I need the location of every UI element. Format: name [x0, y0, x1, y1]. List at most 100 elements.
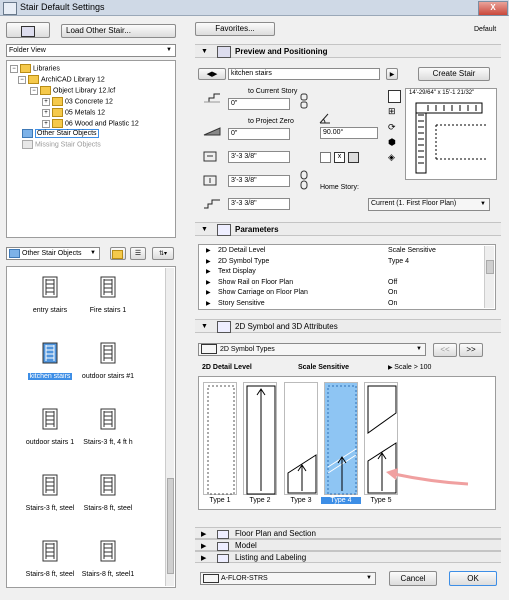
preview-section-header[interactable]: ▼ Preview and Positioning — [195, 44, 501, 58]
symbol-type-option[interactable] — [243, 382, 277, 495]
sort-button[interactable]: ⇅▾ — [152, 247, 174, 260]
view-toggle-button[interactable] — [6, 22, 50, 38]
grid-view-icon[interactable]: ⊞ — [388, 106, 399, 117]
dimension-y-field[interactable]: 3'-3 3/8" — [228, 175, 290, 187]
next-page-button[interactable]: >> — [459, 343, 483, 357]
dimension-x-field[interactable]: 3'-3 3/8" — [228, 151, 290, 163]
symbol-type-option[interactable] — [284, 382, 318, 495]
tree-item-object-library[interactable]: − Object Library 12.lcf — [30, 86, 115, 95]
object-name-field[interactable]: kitchen stairs — [228, 68, 380, 80]
symbol-type-option[interactable] — [203, 382, 237, 495]
tree-item-concrete[interactable]: +03 Concrete 12 — [42, 97, 113, 106]
parameter-name: Show Rail on Floor Plan — [218, 278, 294, 286]
close-button[interactable]: X — [478, 1, 508, 16]
perspective-view-icon[interactable]: ◈ — [388, 152, 399, 163]
section-title: Listing and Labeling — [235, 553, 307, 562]
parameter-value: Off — [388, 278, 398, 286]
folder-up-button[interactable] — [110, 247, 126, 260]
collapse-triangle-icon: ▼ — [201, 48, 208, 55]
play-icon: ▶ — [389, 72, 395, 78]
collapsed-section-header[interactable]: ▶ Model — [195, 539, 501, 551]
grid-view-icon — [21, 26, 35, 37]
view-options-button[interactable]: ☰ — [130, 247, 146, 260]
plan-view-icon[interactable] — [388, 90, 401, 103]
dimension-z-field[interactable]: 3'-3 3/8" — [228, 198, 290, 210]
stair-object-thumbnail[interactable]: outdoor stairs #1 — [68, 342, 148, 380]
3d-view-icon[interactable]: ⬢ — [388, 137, 399, 148]
object-arrow-button[interactable]: ▶ — [386, 68, 398, 80]
link-icon[interactable] — [298, 93, 311, 109]
section-title: Parameters — [235, 225, 279, 234]
folder-icon — [40, 86, 51, 95]
parameter-row[interactable]: ▶ Show Carriage on Floor Plan On — [198, 288, 480, 299]
parameters-scrollbar[interactable] — [484, 246, 494, 308]
stair-object-thumbnail[interactable]: Fire stairs 1 — [68, 276, 148, 314]
tree-item-wood-plastic[interactable]: +06 Wood and Plastic 12 — [42, 119, 139, 128]
angle-icon — [318, 112, 332, 124]
expand-triangle-icon: ▶ — [201, 531, 207, 538]
symbol-type-label: Type 5 — [370, 497, 392, 504]
project-zero-offset-field[interactable]: 0" — [228, 128, 290, 140]
tree-item-metals[interactable]: +05 Metals 12 — [42, 108, 105, 117]
cancel-button[interactable]: Cancel — [389, 571, 437, 586]
chevron-down-icon: ▼ — [416, 346, 422, 352]
favorites-button[interactable]: Favorites... — [195, 22, 275, 36]
thumbnail-label: kitchen stairs — [27, 373, 73, 380]
list-icon: ☰ — [134, 250, 142, 257]
parameter-row[interactable]: ▶ Story Sensitive On — [198, 299, 480, 310]
section-title: Model — [235, 541, 257, 550]
parameter-value: Scale Sensitive — [388, 247, 436, 254]
parameter-row[interactable]: ▶ Text Display — [198, 267, 480, 278]
section-icon — [217, 530, 229, 539]
parameter-row[interactable]: ▶ Show Rail on Floor Plan Off — [198, 278, 480, 289]
previous-page-button[interactable]: << — [433, 343, 457, 357]
parameter-name: Text Display — [218, 268, 256, 275]
ok-button[interactable]: OK — [449, 571, 497, 586]
parameters-icon — [217, 224, 231, 236]
symbol-type-label: Type 4 — [321, 497, 361, 504]
create-stair-button[interactable]: Create Stair — [418, 67, 490, 81]
mirror-xy-checkbox[interactable] — [348, 152, 359, 163]
tree-item-archicad-library[interactable]: − ArchiCAD Library 12 — [18, 75, 105, 84]
objects-source-select[interactable]: Other Stair Objects ▼ — [6, 247, 100, 260]
folder-icon — [52, 119, 63, 128]
scrollbar-thumb[interactable] — [486, 260, 494, 274]
layer-select[interactable]: A-FLOR-STRS ▼ — [200, 572, 376, 585]
symbol-section-header[interactable]: ▼ 2D Symbol and 3D Attributes — [195, 319, 501, 333]
prev-next-object-button[interactable]: ◀▶ — [198, 68, 226, 80]
scrollbar-thumb[interactable] — [167, 478, 174, 574]
rotate-view-icon[interactable]: ⟳ — [388, 122, 399, 133]
tree-label: Other Stair Objects — [35, 129, 99, 139]
stair-object-thumbnail[interactable]: Stairs-3 ft, 4 ft h — [68, 408, 148, 446]
stair-object-thumbnail[interactable]: Stairs-8 ft, steel — [68, 474, 148, 512]
collapsed-section-header[interactable]: ▶ Listing and Labeling — [195, 551, 501, 563]
chain-link-icon[interactable] — [298, 170, 310, 190]
folder-view-select[interactable]: Folder View ▼ — [6, 44, 176, 57]
symbol-type-option[interactable] — [324, 382, 358, 495]
plan-stair-drawing — [415, 102, 486, 174]
parameter-name: 2D Detail Level — [218, 247, 266, 254]
stair-object-thumbnail[interactable]: Stairs-8 ft, steel1 — [68, 540, 148, 578]
tree-item-other-stair-objects[interactable]: Other Stair Objects — [22, 129, 99, 139]
home-story-select[interactable]: Current (1. First Floor Plan) ▼ — [368, 198, 490, 211]
tree-item-libraries[interactable]: − Libraries — [10, 64, 60, 73]
thumbnails-scrollbar[interactable] — [165, 268, 174, 586]
parameter-value: On — [388, 289, 398, 296]
load-other-stair-button[interactable]: Load Other Stair... — [61, 24, 176, 38]
collapsed-section-header[interactable]: ▶ Floor Plan and Section — [195, 527, 501, 539]
parameter-row[interactable]: ▶ 2D Symbol Type Type 4 — [198, 257, 480, 268]
symbol-page-select[interactable]: 2D Symbol Types ▼ — [198, 343, 426, 356]
collapse-icon: − — [30, 86, 38, 95]
chevron-down-icon: ▼ — [166, 47, 172, 53]
symbol-page-value: 2D Symbol Types — [220, 346, 275, 353]
current-story-offset-field[interactable]: 0" — [228, 98, 290, 110]
mirror-x-checkbox[interactable] — [320, 152, 331, 163]
folder-icon — [52, 108, 63, 117]
tree-item-missing-stair-objects[interactable]: Missing Stair Objects — [22, 140, 101, 149]
rotation-angle-field[interactable]: 90.00° — [320, 127, 378, 139]
prev-next-icon: ◀▶ — [206, 71, 218, 78]
parameters-section-header[interactable]: ▼ Parameters — [195, 222, 501, 236]
mirror-y-checkbox[interactable]: x — [334, 152, 345, 163]
parameter-row[interactable]: ▶ 2D Detail Level Scale Sensitive — [198, 246, 480, 257]
folder-icon — [52, 97, 63, 106]
